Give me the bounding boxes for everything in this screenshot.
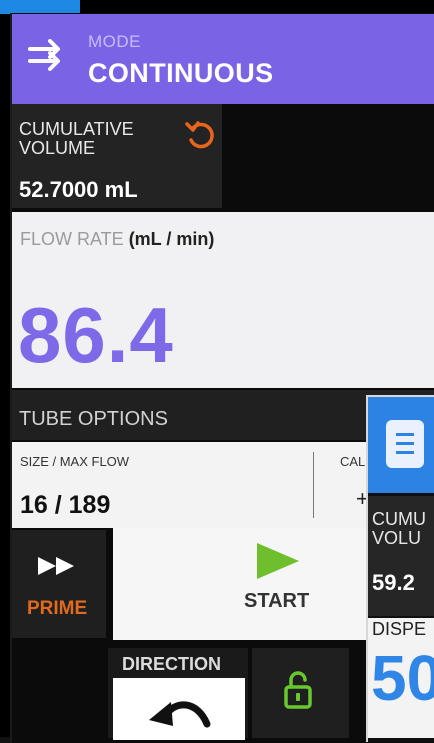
start-button[interactable]	[113, 528, 373, 640]
arrow-right-double-icon	[28, 39, 60, 71]
unlock-icon	[284, 671, 312, 709]
cumulative-volume-label: CUMULATIVE VOLUME	[19, 119, 134, 158]
flow-rate-label: FLOW RATE (mL / min)	[20, 229, 214, 250]
size-max-flow-label: SIZE / MAX FLOW	[20, 454, 130, 469]
overlay-dispense-label: DISPE	[372, 619, 427, 639]
direction-label: DIRECTION	[122, 654, 221, 674]
corner-accent	[0, 0, 80, 14]
calibration-label[interactable]: CAL	[340, 454, 365, 469]
size-max-flow-value: 16 / 189	[20, 491, 111, 519]
prime-label: PRIME	[27, 598, 88, 619]
start-label: START	[244, 590, 310, 612]
document-icon[interactable]	[386, 420, 424, 468]
mode-label: MODE	[88, 32, 141, 51]
overlay-cumulative-value: 59.2	[372, 570, 415, 595]
flow-rate-label-text: FLOW RATE	[20, 229, 124, 249]
tube-options-title: TUBE OPTIONS	[19, 408, 168, 430]
play-icon	[257, 543, 299, 579]
tube-options-divider	[313, 452, 314, 518]
reset-icon[interactable]	[183, 118, 217, 152]
flow-rate-unit: (mL / min)	[128, 229, 215, 249]
overlay-cumulative-label: CUMU VOLU	[372, 509, 426, 548]
prime-button[interactable]	[12, 530, 106, 638]
cumulative-volume-value: 52.7000 mL	[19, 177, 138, 202]
mode-value: CONTINUOUS	[88, 58, 274, 88]
overlay-dispense-value: 50	[371, 642, 434, 714]
rotate-ccw-icon	[149, 701, 211, 728]
flow-rate-value: 86.4	[18, 291, 174, 379]
fast-forward-icon	[38, 557, 74, 575]
